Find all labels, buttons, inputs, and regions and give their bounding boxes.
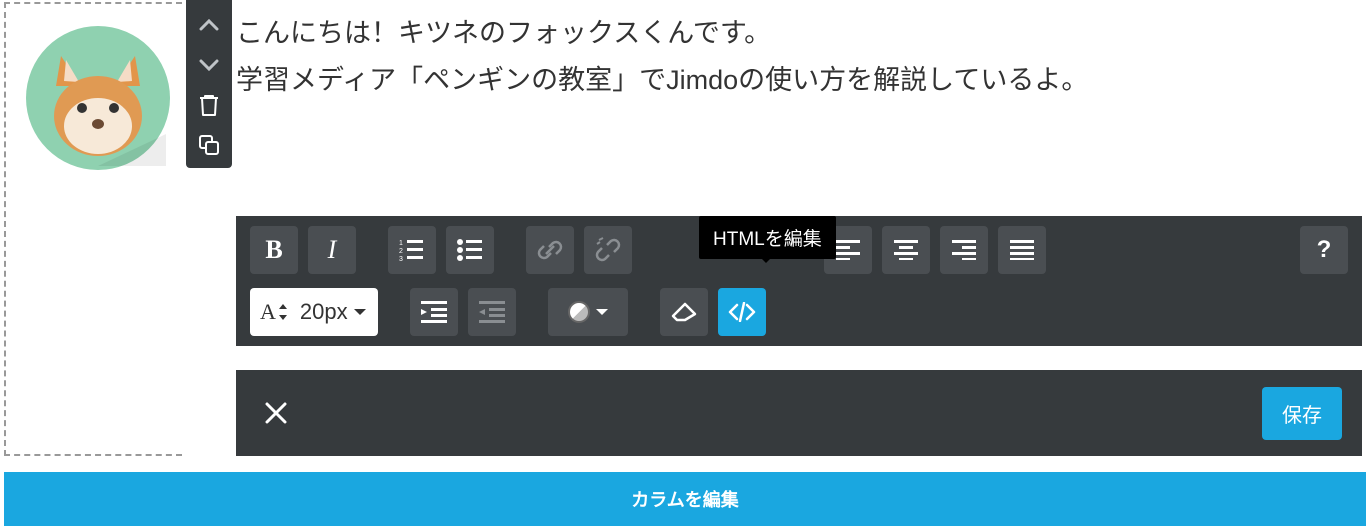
unordered-list-icon (457, 239, 483, 261)
text-color-picker[interactable] (548, 288, 628, 336)
bold-button[interactable]: B (250, 226, 298, 274)
font-size-icon: A (260, 299, 288, 325)
save-button[interactable]: 保存 (1262, 387, 1342, 440)
svg-text:2: 2 (399, 248, 403, 255)
delete-button[interactable] (196, 92, 222, 118)
unlink-button[interactable] (584, 226, 632, 274)
chevron-up-icon (199, 18, 219, 32)
caret-down-icon (596, 309, 608, 321)
align-justify-button[interactable] (998, 226, 1046, 274)
caret-down-icon (354, 309, 366, 321)
avatar-fox-image (26, 26, 170, 170)
unordered-list-button[interactable] (446, 226, 494, 274)
html-edit-tooltip: HTMLを編集 (699, 216, 836, 259)
link-button[interactable] (526, 226, 574, 274)
close-icon (265, 402, 287, 424)
eraser-icon (671, 302, 697, 322)
align-right-button[interactable] (940, 226, 988, 274)
italic-button[interactable]: I (308, 226, 356, 274)
outdent-button[interactable] (468, 288, 516, 336)
cancel-button[interactable] (256, 393, 296, 433)
move-down-button[interactable] (196, 52, 222, 78)
clear-format-button[interactable] (660, 288, 708, 336)
help-button[interactable]: ? (1300, 226, 1348, 274)
svg-text:1: 1 (399, 240, 403, 247)
move-up-button[interactable] (196, 12, 222, 38)
html-edit-button[interactable] (718, 288, 766, 336)
chevron-down-icon (199, 58, 219, 72)
color-swatch-icon (568, 301, 590, 323)
edit-column-label: カラムを編集 (631, 486, 738, 512)
bold-icon: B (265, 235, 282, 265)
duplicate-button[interactable] (196, 132, 222, 158)
align-left-icon (836, 240, 860, 260)
ordered-list-icon: 1 2 3 (399, 239, 425, 261)
code-icon (728, 302, 756, 322)
editor-action-bar: 保存 (236, 370, 1362, 456)
link-icon (537, 237, 563, 263)
duplicate-icon (198, 134, 220, 156)
svg-text:3: 3 (399, 256, 403, 261)
element-side-actions (186, 0, 232, 168)
indent-icon (421, 301, 447, 323)
align-right-icon (952, 240, 976, 260)
unlink-icon (595, 237, 621, 263)
italic-icon: I (328, 235, 337, 265)
font-size-picker[interactable]: A 20px (250, 288, 378, 336)
ordered-list-button[interactable]: 1 2 3 (388, 226, 436, 274)
edit-column-button[interactable]: カラムを編集 (4, 472, 1366, 526)
text-toolbar: HTMLを編集 B I 1 2 3 (236, 216, 1362, 346)
text-content[interactable]: こんにちは！キツネのフォックスくんです。 学習メディア「ペンギンの教室」でJim… (236, 10, 1362, 210)
column-selection (4, 2, 182, 456)
align-center-button[interactable] (882, 226, 930, 274)
align-justify-icon (1010, 240, 1034, 260)
help-icon: ? (1317, 236, 1332, 264)
font-size-value: 20px (300, 299, 348, 325)
trash-icon (198, 93, 220, 117)
align-center-icon (894, 240, 918, 260)
indent-button[interactable] (410, 288, 458, 336)
outdent-icon (479, 301, 505, 323)
